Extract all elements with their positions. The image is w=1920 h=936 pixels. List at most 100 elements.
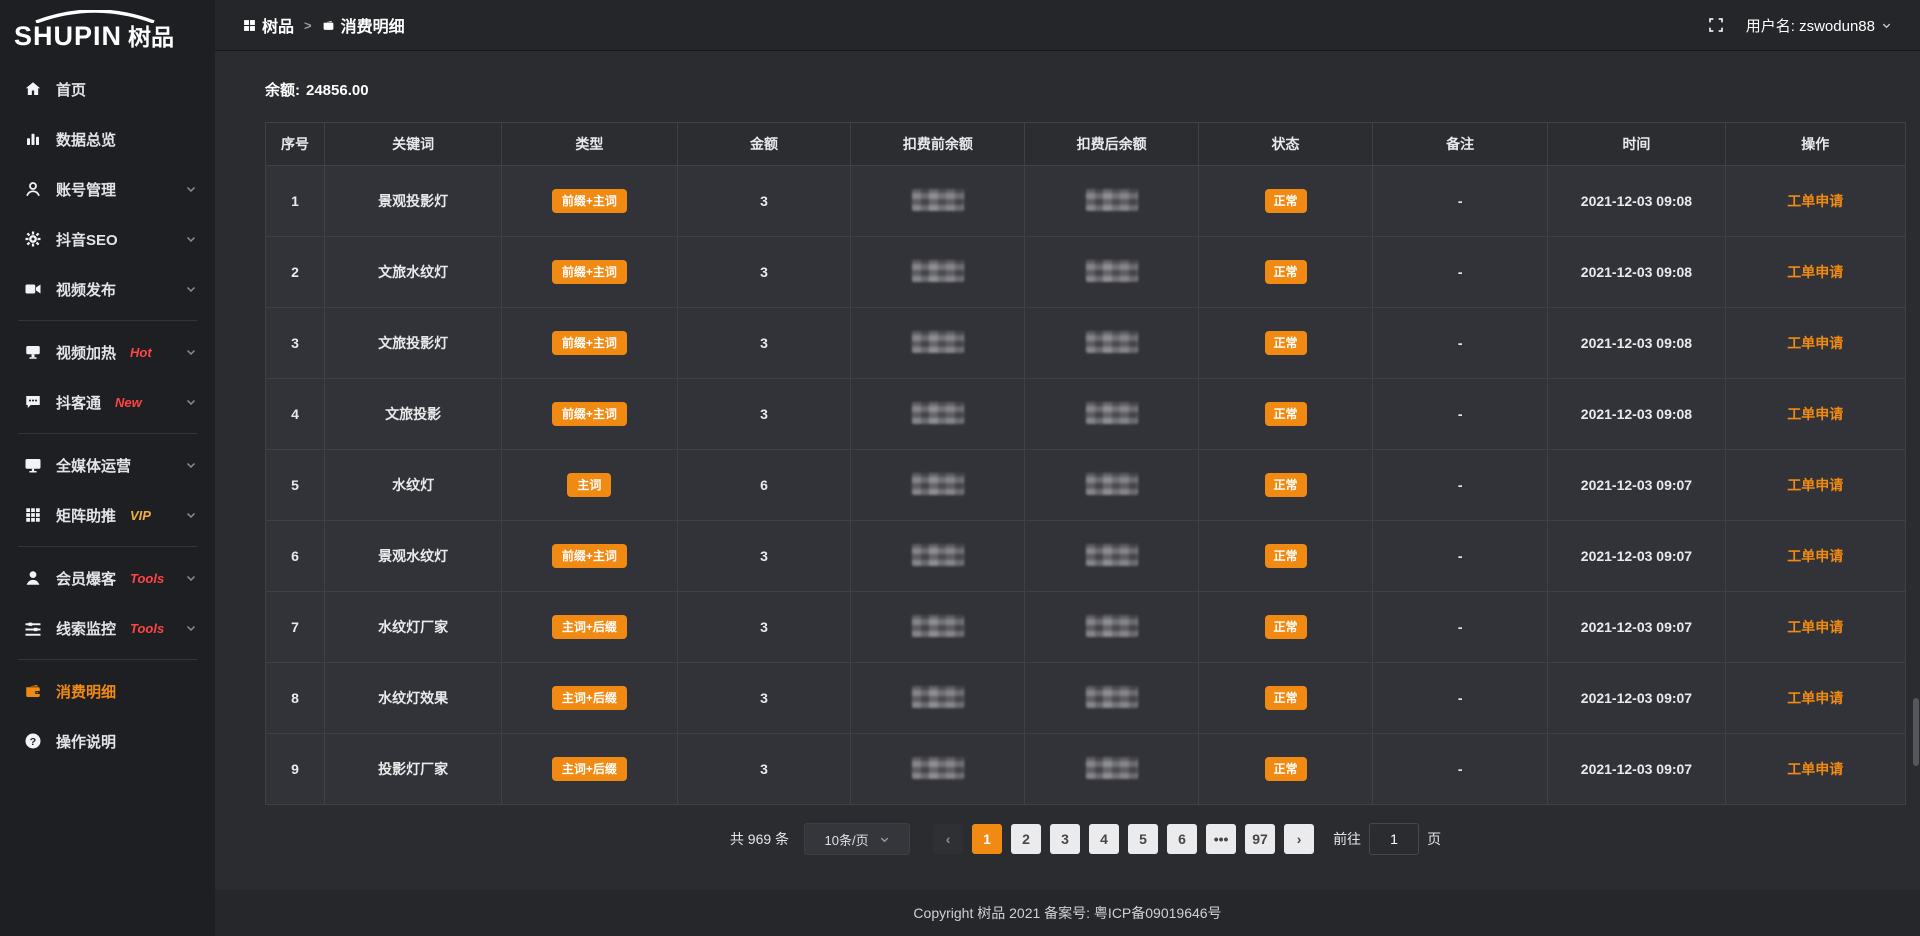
pagination-page-1[interactable]: 1 [972,824,1002,854]
goto-page-input[interactable] [1369,823,1419,855]
sidebar-item-clue-monitor[interactable]: 线索监控 Tools [0,603,215,653]
redacted-value [912,615,964,637]
sidebar-item-label: 矩阵助推 [56,505,116,526]
breadcrumb-home[interactable]: 树品 [243,13,294,37]
work-order-link[interactable]: 工单申请 [1787,264,1843,280]
cell-balance-before [851,237,1025,308]
pagination-page-4[interactable]: 4 [1089,824,1119,854]
sidebar-item-video-publish[interactable]: 视频发布 [0,264,215,314]
cell-balance-before [851,308,1025,379]
sidebar-item-matrix-boost[interactable]: 矩阵助推 VIP [0,490,215,540]
page-size-select[interactable]: 10条/页 [804,823,910,855]
user-menu[interactable]: 用户名: zswodun88 [1746,15,1892,36]
cell-amount: 3 [677,308,851,379]
pagination-page-6[interactable]: 6 [1167,824,1197,854]
column-header: 扣费前余额 [851,123,1025,166]
cell-type: 前缀+主词 [502,308,677,379]
work-order-link[interactable]: 工单申请 [1787,690,1843,706]
cell-index: 3 [266,308,325,379]
cell-index: 8 [266,663,325,734]
sidebar-item-home[interactable]: 首页 [0,64,215,114]
pagination-page-97[interactable]: 97 [1245,824,1275,854]
pagination-page-3[interactable]: 3 [1050,824,1080,854]
table-header-row: 序号关键词类型金额扣费前余额扣费后余额状态备注时间操作 [266,123,1906,166]
sidebar-item-label: 线索监控 [56,618,116,639]
chevron-down-icon [185,622,197,634]
breadcrumb-label: 树品 [262,13,294,37]
breadcrumb-current[interactable]: 消费明细 [322,13,405,37]
scrollbar-thumb[interactable] [1913,698,1919,766]
app-grid-icon [243,19,256,32]
table-row: 8 水纹灯效果 主词+后缀 3 正常 - 2021-12-03 09:07 工单… [266,663,1906,734]
sidebar-item-douketong[interactable]: 抖客通 New [0,377,215,427]
copyright-text: Copyright 树品 2021 备案号: 粤ICP备09019646号 [913,903,1221,923]
cell-action: 工单申请 [1725,521,1906,592]
column-header: 时间 [1548,123,1725,166]
work-order-link[interactable]: 工单申请 [1787,761,1843,777]
table-row: 9 投影灯厂家 主词+后缀 3 正常 - 2021-12-03 09:07 工单… [266,734,1906,805]
pagination-bar: 共 969 条 10条/页 ‹ 123456•••97 › 前往 页 [265,823,1906,855]
cell-balance-after [1025,379,1199,450]
cell-status: 正常 [1199,237,1373,308]
redacted-value [912,189,964,211]
status-badge: 正常 [1265,331,1307,355]
goto-suffix: 页 [1427,829,1441,849]
cell-keyword: 水纹灯 [325,450,502,521]
table-row: 5 水纹灯 主词 6 正常 - 2021-12-03 09:07 工单申请 [266,450,1906,521]
cell-remark: - [1372,237,1547,308]
sidebar-item-instructions[interactable]: ? 操作说明 [0,716,215,766]
vip-badge: VIP [130,508,151,523]
redacted-value [1086,686,1138,708]
cell-action: 工单申请 [1725,734,1906,805]
pagination-next-button[interactable]: › [1284,824,1314,854]
sidebar-item-all-media[interactable]: 全媒体运营 [0,440,215,490]
logo-text-en: SHUPIN [14,23,122,50]
column-header: 序号 [266,123,325,166]
work-order-link[interactable]: 工单申请 [1787,406,1843,422]
pagination-page-5[interactable]: 5 [1128,824,1158,854]
cell-index: 6 [266,521,325,592]
cell-type: 前缀+主词 [502,379,677,450]
cell-index: 2 [266,237,325,308]
sidebar-item-consumption-detail[interactable]: 消费明细 [0,666,215,716]
pagination-prev-button[interactable]: ‹ [933,824,963,854]
pagination-ellipsis[interactable]: ••• [1206,824,1236,854]
hot-badge: Hot [130,345,152,360]
work-order-link[interactable]: 工单申请 [1787,335,1843,351]
sidebar-item-label: 全媒体运营 [56,455,131,476]
cell-status: 正常 [1199,308,1373,379]
menu-divider [18,320,197,321]
sidebar: SHUPIN 树品 首页 数据总览 账号管理 抖音SEO [0,0,215,936]
work-order-link[interactable]: 工单申请 [1787,477,1843,493]
column-header: 关键词 [325,123,502,166]
sidebar-item-member-burst[interactable]: 会员爆客 Tools [0,553,215,603]
cell-action: 工单申请 [1725,166,1906,237]
balance: 余额:24856.00 [265,79,1906,100]
status-badge: 正常 [1265,757,1307,781]
redacted-value [912,331,964,353]
pagination-page-2[interactable]: 2 [1011,824,1041,854]
work-order-link[interactable]: 工单申请 [1787,548,1843,564]
sidebar-item-label: 视频加热 [56,342,116,363]
work-order-link[interactable]: 工单申请 [1787,193,1843,209]
sidebar-item-douyin-seo[interactable]: 抖音SEO [0,214,215,264]
sidebar-item-account[interactable]: 账号管理 [0,164,215,214]
cell-index: 4 [266,379,325,450]
table-row: 4 文旅投影 前缀+主词 3 正常 - 2021-12-03 09:08 工单申… [266,379,1906,450]
redacted-value [912,544,964,566]
pagination-total: 共 969 条 [730,829,789,849]
redacted-value [912,757,964,779]
redacted-value [1086,757,1138,779]
cell-balance-before [851,521,1025,592]
content-area: 余额:24856.00 序号关键词类型金额扣费前余额扣费后余额状态备注时间操作 … [215,51,1920,936]
redacted-value [912,402,964,424]
sidebar-item-video-heat[interactable]: 视频加热 Hot [0,327,215,377]
sidebar-item-data-overview[interactable]: 数据总览 [0,114,215,164]
cell-time: 2021-12-03 09:07 [1548,521,1725,592]
cell-time: 2021-12-03 09:07 [1548,663,1725,734]
cell-remark: - [1372,450,1547,521]
work-order-link[interactable]: 工单申请 [1787,619,1843,635]
cell-type: 前缀+主词 [502,166,677,237]
fullscreen-icon[interactable] [1708,17,1724,33]
cell-type: 主词+后缀 [502,592,677,663]
